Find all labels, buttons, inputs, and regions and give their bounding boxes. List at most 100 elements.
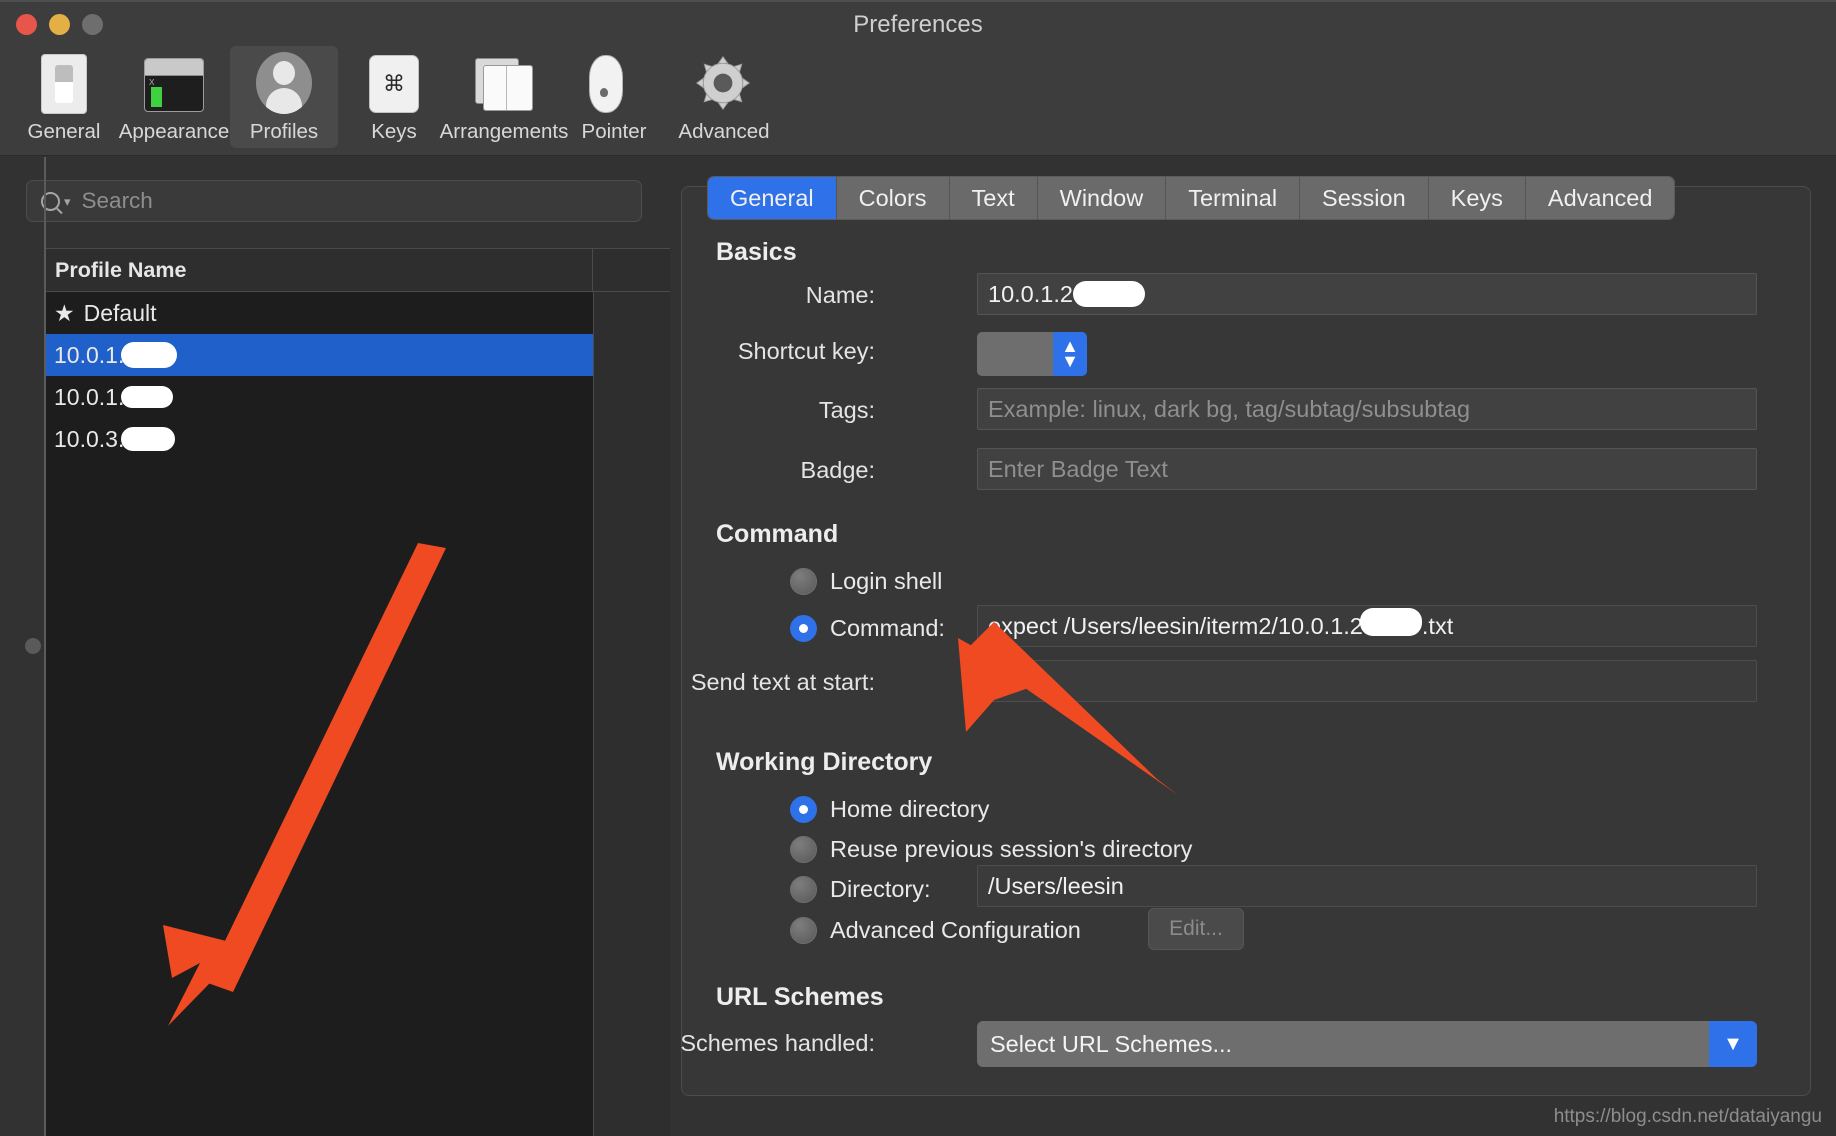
toolbar-item-advanced[interactable]: Advanced: [670, 46, 778, 148]
directory-label: Directory:: [830, 876, 931, 902]
redaction-mark: [121, 427, 176, 451]
schemes-handled-dropdown[interactable]: Select URL Schemes... ▼: [977, 1021, 1757, 1067]
profiles-table: Profile Name ★ Default 10.0.1. 10.0.1. 1…: [44, 248, 670, 1136]
toolbar-label-arrangements: Arrangements: [439, 120, 569, 143]
toolbar-item-arrangements[interactable]: Arrangements: [440, 46, 568, 148]
advanced-configuration-radio-row[interactable]: Advanced Configuration: [790, 917, 1081, 944]
toolbar-label-advanced: Advanced: [678, 120, 770, 143]
keys-icon: ⌘: [363, 52, 425, 114]
toolbar-item-pointer[interactable]: Pointer: [560, 46, 668, 148]
section-title-basics: Basics: [716, 238, 797, 266]
search-input[interactable]: ▾ Search: [26, 180, 642, 222]
toolbar-label-appearance: Appearance: [118, 120, 230, 143]
table-row[interactable]: 10.0.1.: [45, 334, 593, 376]
toolbar-label-profiles: Profiles: [249, 120, 319, 143]
tab-keys[interactable]: Keys: [1428, 177, 1526, 219]
toolbar-label-keys: Keys: [371, 120, 417, 143]
table-row[interactable]: 10.0.1.: [45, 376, 593, 418]
schemes-handled-value: Select URL Schemes...: [990, 1030, 1233, 1057]
window-titlebar: Preferences: [0, 0, 1836, 46]
reuse-directory-radio-row[interactable]: Reuse previous session's directory: [790, 836, 1192, 863]
advanced-configuration-label: Advanced Configuration: [830, 917, 1081, 943]
tab-terminal[interactable]: Terminal: [1166, 177, 1301, 219]
preferences-window: Preferences General x Appearance Profile…: [0, 0, 1836, 1136]
command-field[interactable]: expect /Users/leesin/iterm2/10.0.1.2 .tx…: [977, 605, 1757, 647]
splitter-handle[interactable]: [25, 638, 41, 654]
advanced-gear-icon: [693, 52, 755, 114]
login-shell-label: Login shell: [830, 568, 943, 594]
send-text-field[interactable]: [977, 660, 1757, 702]
settings-tabbar: General Colors Text Window Terminal Sess…: [708, 177, 1675, 219]
name-value: 10.0.1.2: [988, 280, 1073, 307]
command-label: Command:: [830, 615, 945, 641]
toolbar-item-general[interactable]: General: [10, 46, 118, 148]
profiles-sidebar: ▾ Search Profile Name ★ Default 10.0.1.: [0, 157, 670, 1136]
send-text-label: Send text at start:: [690, 669, 875, 695]
redaction-mark: [121, 386, 174, 408]
profile-name: 10.0.1.: [54, 341, 125, 368]
profiles-table-header: Profile Name: [45, 249, 670, 292]
shortcut-key-label: Shortcut key:: [737, 338, 875, 364]
tags-label: Tags:: [818, 397, 875, 423]
column-header-profile-name[interactable]: Profile Name: [45, 249, 593, 291]
home-directory-radio[interactable]: [790, 796, 817, 823]
section-title-working-directory: Working Directory: [716, 748, 933, 776]
name-label: Name:: [805, 282, 875, 308]
section-title-url-schemes: URL Schemes: [716, 983, 884, 1011]
command-radio[interactable]: [790, 615, 817, 642]
schemes-handled-label: Schemes handled:: [680, 1030, 875, 1056]
tab-window[interactable]: Window: [1037, 177, 1167, 219]
login-shell-radio-row[interactable]: Login shell: [790, 568, 942, 595]
tab-text[interactable]: Text: [949, 177, 1038, 219]
toolbar-label-general: General: [27, 120, 101, 143]
login-shell-radio[interactable]: [790, 568, 817, 595]
general-icon: [33, 52, 95, 114]
shortcut-key-stepper[interactable]: ▲ ▼: [977, 332, 1087, 376]
appearance-icon: x: [143, 52, 205, 114]
toolbar-item-profiles[interactable]: Profiles: [230, 46, 338, 148]
profiles-icon: [253, 52, 315, 114]
badge-label: Badge:: [800, 457, 875, 483]
table-column-divider: [593, 292, 594, 1136]
toolbar-label-pointer: Pointer: [581, 120, 647, 143]
command-value: expect /Users/leesin/iterm2/10.0.1.2: [988, 612, 1363, 639]
redaction-mark: [121, 342, 178, 368]
tab-colors[interactable]: Colors: [836, 177, 950, 219]
redaction-mark: [1359, 608, 1422, 636]
reuse-directory-radio[interactable]: [790, 836, 817, 863]
edit-button[interactable]: Edit...: [1148, 908, 1244, 950]
tab-advanced[interactable]: Advanced: [1525, 177, 1675, 219]
table-row[interactable]: 10.0.3.: [45, 418, 593, 460]
badge-field[interactable]: Enter Badge Text: [977, 448, 1757, 490]
table-row[interactable]: ★ Default: [45, 292, 593, 334]
directory-field[interactable]: /Users/leesin: [977, 865, 1757, 907]
search-placeholder: Search: [81, 188, 153, 213]
window-title: Preferences: [853, 11, 983, 38]
shortcut-key-field[interactable]: [977, 332, 1053, 376]
tags-field[interactable]: Example: linux, dark bg, tag/subtag/subs…: [977, 388, 1757, 430]
home-directory-radio-row[interactable]: Home directory: [790, 796, 989, 823]
toolbar-item-keys[interactable]: ⌘ Keys: [340, 46, 448, 148]
directory-radio[interactable]: [790, 876, 817, 903]
tab-general[interactable]: General: [708, 177, 837, 219]
watermark: https://blog.csdn.net/dataiyangu: [1553, 1106, 1822, 1127]
profile-name: Default: [83, 299, 157, 326]
chevron-down-icon[interactable]: ▼: [1709, 1021, 1757, 1067]
profile-name: 10.0.1.: [54, 383, 125, 410]
star-icon: ★: [54, 299, 75, 326]
stepper-arrows-icon[interactable]: ▲ ▼: [1053, 332, 1087, 376]
tab-session[interactable]: Session: [1300, 177, 1429, 219]
reuse-directory-label: Reuse previous session's directory: [830, 836, 1193, 862]
directory-radio-row[interactable]: Directory:: [790, 876, 931, 903]
advanced-configuration-radio[interactable]: [790, 917, 817, 944]
home-directory-label: Home directory: [830, 796, 990, 822]
section-title-command: Command: [716, 520, 839, 548]
command-radio-row[interactable]: Command:: [790, 615, 945, 642]
profiles-list: ★ Default 10.0.1. 10.0.1. 10.0.3.: [45, 292, 670, 1136]
profile-name: 10.0.3.: [54, 425, 125, 452]
name-field[interactable]: 10.0.1.2: [977, 273, 1757, 315]
toolbar-item-appearance[interactable]: x Appearance: [118, 46, 230, 148]
pane-splitter[interactable]: [44, 157, 46, 1136]
preferences-toolbar: General x Appearance Profiles ⌘ Keys Arr…: [0, 46, 1836, 156]
redaction-mark: [1072, 281, 1145, 307]
